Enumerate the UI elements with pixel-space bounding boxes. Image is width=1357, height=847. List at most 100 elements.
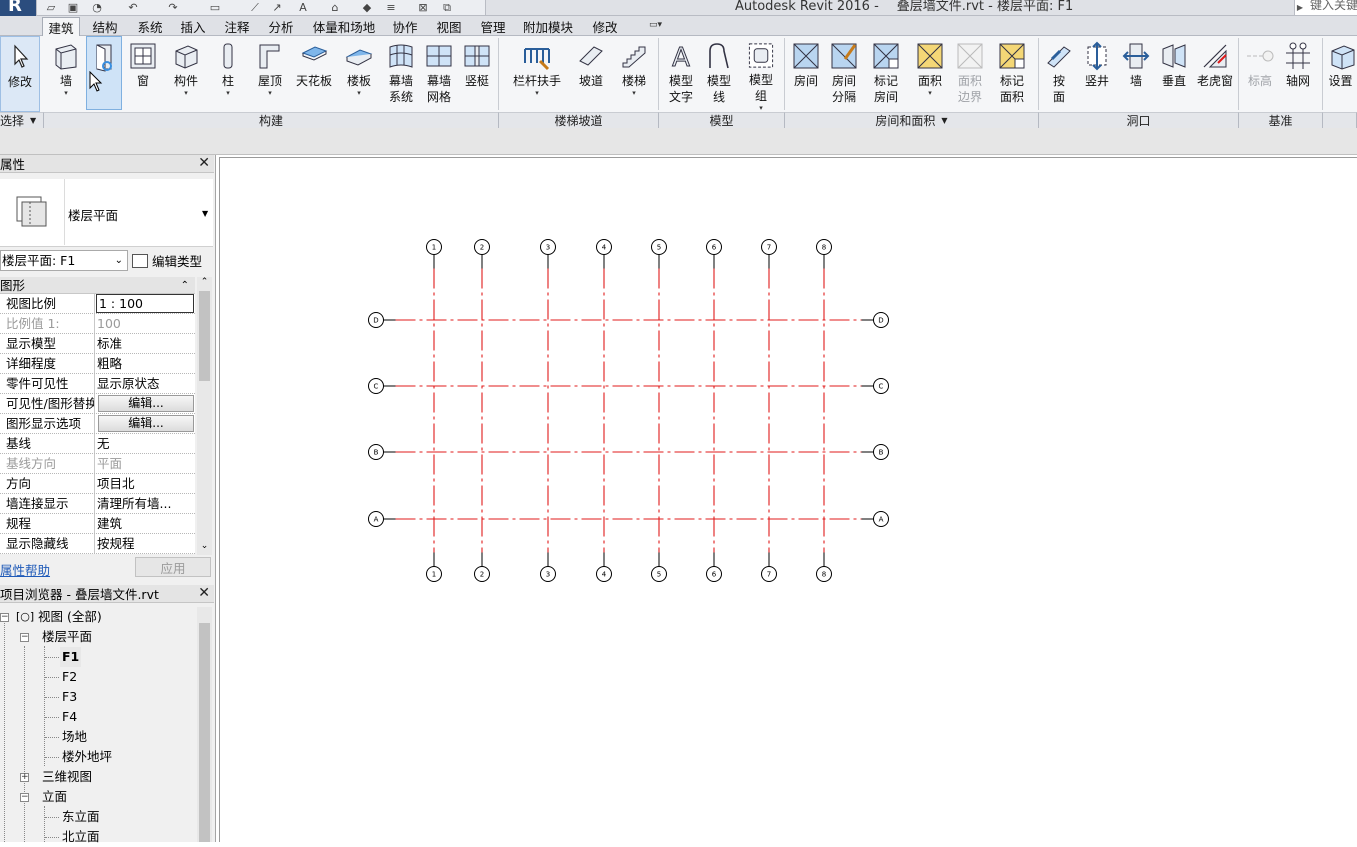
tree-node-plan[interactable]: F4	[0, 707, 196, 727]
section-icon[interactable]: ◆	[359, 1, 375, 14]
ramp-button[interactable]: 坡道	[570, 36, 612, 112]
close-icon[interactable]: ✕	[198, 585, 210, 601]
dropdown-arrow-icon[interactable]: ▾	[268, 89, 272, 97]
model-text-button[interactable]: A 模型 文字	[662, 36, 700, 112]
stair-button[interactable]: 楼梯 ▾	[614, 36, 654, 112]
property-row[interactable]: 方向 项目北	[0, 474, 195, 494]
tree-node-elevation[interactable]: 北立面	[0, 827, 196, 847]
tab-annotate[interactable]: 注释	[220, 17, 254, 36]
open-icon[interactable]: ▱	[43, 1, 59, 14]
tab-manage[interactable]: 管理	[476, 17, 510, 36]
room-separator-button[interactable]: 房间 分隔	[824, 36, 864, 112]
grid-button[interactable]: 轴网	[1280, 36, 1316, 112]
thin-lines-icon[interactable]: ≡	[383, 1, 399, 14]
property-value[interactable]: 粗略	[95, 354, 195, 373]
tab-architecture[interactable]: 建筑	[42, 17, 80, 37]
property-value[interactable]: 无	[95, 434, 195, 453]
window-button[interactable]: 窗	[124, 36, 162, 112]
property-row[interactable]: 显示隐藏线 按规程	[0, 534, 195, 554]
edit-type-button[interactable]: 编辑类型	[132, 250, 212, 271]
undo-icon[interactable]: ↶	[125, 1, 141, 14]
property-row[interactable]: 详细程度 粗略	[0, 354, 195, 374]
property-row[interactable]: 可见性/图形替换 编辑...	[0, 394, 195, 414]
tab-massing-site[interactable]: 体量和场地	[310, 17, 378, 36]
scroll-thumb[interactable]	[199, 291, 210, 381]
railing-button[interactable]: 栏杆扶手 ▾	[508, 36, 566, 112]
tree-node-plan[interactable]: 场地	[0, 727, 196, 747]
dormer-button[interactable]: 老虎窗	[1194, 36, 1236, 112]
close-icon[interactable]: ✕	[198, 155, 210, 171]
tab-insert[interactable]: 插入	[176, 17, 210, 36]
tree-node-elevation[interactable]: 东立面	[0, 807, 196, 827]
tab-analyze[interactable]: 分析	[264, 17, 298, 36]
app-menu-button[interactable]: R	[0, 0, 36, 16]
property-row[interactable]: 零件可见性 显示原状态	[0, 374, 195, 394]
save-icon[interactable]: ▣	[65, 1, 81, 14]
scroll-thumb[interactable]	[199, 623, 210, 842]
scroll-up-icon[interactable]: ⌃	[197, 277, 212, 291]
dropdown-arrow-icon[interactable]: ▾	[64, 89, 68, 97]
dropdown-arrow-icon[interactable]: ▾	[226, 89, 230, 97]
properties-scrollbar[interactable]: ⌃ ⌄	[197, 277, 212, 555]
property-row[interactable]: 基线无	[0, 434, 195, 454]
tab-systems[interactable]: 系统	[133, 17, 167, 36]
view-scale-field[interactable]: 1 : 100	[96, 294, 194, 313]
property-row[interactable]: 显示模型 标准	[0, 334, 195, 354]
tab-structure[interactable]: 结构	[88, 17, 122, 36]
component-button[interactable]: 构件 ▾	[164, 36, 208, 112]
tree-node-plan[interactable]: 楼外地坪	[0, 747, 196, 767]
dropdown-arrow-icon[interactable]: ▼	[202, 209, 208, 218]
roof-button[interactable]: 屋顶 ▾	[250, 36, 290, 112]
tree-node-elevations[interactable]: − 立面	[0, 787, 196, 807]
dropdown-arrow-icon[interactable]: ▾	[632, 89, 636, 97]
curtain-system-button[interactable]: 幕墙 系统	[382, 36, 420, 112]
3d-view-icon[interactable]: ⌂	[327, 1, 343, 14]
property-row[interactable]: 规程 建筑	[0, 514, 195, 534]
switch-windows-icon[interactable]: ⧉	[439, 1, 455, 14]
property-value[interactable]: 项目北	[95, 474, 195, 493]
apply-button[interactable]: 应用	[135, 557, 211, 577]
collapse-icon[interactable]: −	[0, 613, 9, 622]
property-row[interactable]: 图形显示选项 编辑...	[0, 414, 195, 434]
dropdown-arrow-icon[interactable]: ▾	[184, 89, 188, 97]
tab-collaborate[interactable]: 协作	[388, 17, 422, 36]
redo-icon[interactable]: ↷	[165, 1, 181, 14]
text-icon[interactable]: A	[295, 1, 311, 14]
property-value[interactable]: 显示原状态	[95, 374, 195, 393]
measure-icon[interactable]: ⟋	[247, 1, 263, 14]
dropdown-arrow-icon[interactable]: ▾	[535, 89, 539, 97]
panel-select[interactable]: 选择 ▼	[0, 112, 44, 128]
by-face-button[interactable]: 按 面	[1042, 36, 1076, 112]
tree-node-plan[interactable]: F1	[0, 647, 196, 667]
tree-node-plan[interactable]: F3	[0, 687, 196, 707]
sync-icon[interactable]: ◔	[89, 1, 105, 14]
wall-button[interactable]: 墙 ▾	[46, 36, 86, 112]
ceiling-button[interactable]: 天花板	[292, 36, 336, 112]
tab-modify[interactable]: 修改	[588, 17, 622, 36]
close-hidden-icon[interactable]: ⊠	[415, 1, 431, 14]
property-value[interactable]: 标准	[95, 334, 195, 353]
group-graphics[interactable]: 图形 ⌃	[0, 277, 195, 294]
panel-room-area[interactable]: 房间和面积 ▼	[785, 112, 1039, 128]
dimension-icon[interactable]: ↗	[269, 1, 285, 14]
property-value[interactable]: 清理所有墙...	[95, 494, 195, 513]
dropdown-arrow-icon[interactable]: ▾	[759, 104, 763, 112]
room-button[interactable]: 房间	[788, 36, 824, 112]
area-button[interactable]: 面积 ▾	[910, 36, 950, 112]
wall-opening-button[interactable]: 墙	[1118, 36, 1154, 112]
dropdown-arrow-icon[interactable]: ▾	[928, 89, 932, 97]
property-value[interactable]: 建筑	[95, 514, 195, 533]
vertical-opening-button[interactable]: 垂直	[1156, 36, 1192, 112]
expand-icon[interactable]: +	[20, 773, 29, 782]
dropdown-arrow-icon[interactable]: ▾	[357, 89, 361, 97]
door-button[interactable]	[86, 36, 122, 110]
drawing-area[interactable]: 1 1 2 2 3 3 4 4 5 5 6 6 7 7 8 8 D D C C B B A A	[219, 157, 1357, 842]
shaft-button[interactable]: 竖井	[1078, 36, 1116, 112]
properties-help-link[interactable]: 属性帮助	[0, 560, 50, 579]
set-workplane-button[interactable]: 设置	[1324, 36, 1357, 112]
property-row[interactable]: 视图比例 1 : 100	[0, 294, 195, 314]
property-value[interactable]: 按规程	[95, 534, 195, 553]
graphic-display-edit-button[interactable]: 编辑...	[98, 415, 194, 432]
browser-scrollbar[interactable]	[197, 607, 212, 842]
property-row[interactable]: 墙连接显示 清理所有墙...	[0, 494, 195, 514]
